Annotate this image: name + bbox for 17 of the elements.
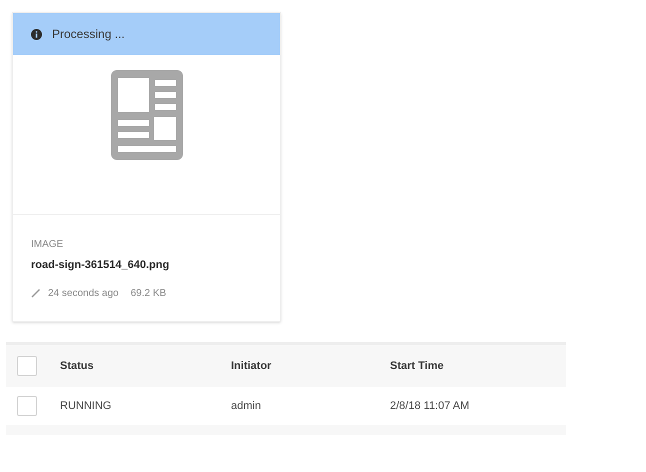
asset-card[interactable]: Processing ... IMAGE road-sign-361514_640.png 24 seconds ago 69.2 KB (12, 12, 281, 322)
column-header[interactable]: Initiator (231, 358, 390, 374)
checkbox[interactable] (17, 356, 37, 376)
table-cell-text: RUNNING (60, 398, 112, 414)
info-icon (31, 28, 42, 40)
document-layout-icon (110, 70, 182, 160)
checkbox[interactable] (17, 396, 37, 416)
table-cell-text: 2/8/18 11:07 AM (390, 398, 470, 414)
table-cell-text: admin (231, 398, 262, 414)
pencil-icon (31, 288, 41, 298)
asset-type: IMAGE (31, 238, 64, 252)
column-header[interactable]: Status (60, 358, 231, 374)
file-size: 69.2 KB (130, 286, 166, 300)
banner-text: Processing ... (52, 26, 125, 43)
modified-time: 24 seconds ago (48, 286, 119, 300)
file-name: road-sign-361514_640.png (31, 258, 170, 273)
column-header[interactable]: Start Time (390, 358, 444, 374)
